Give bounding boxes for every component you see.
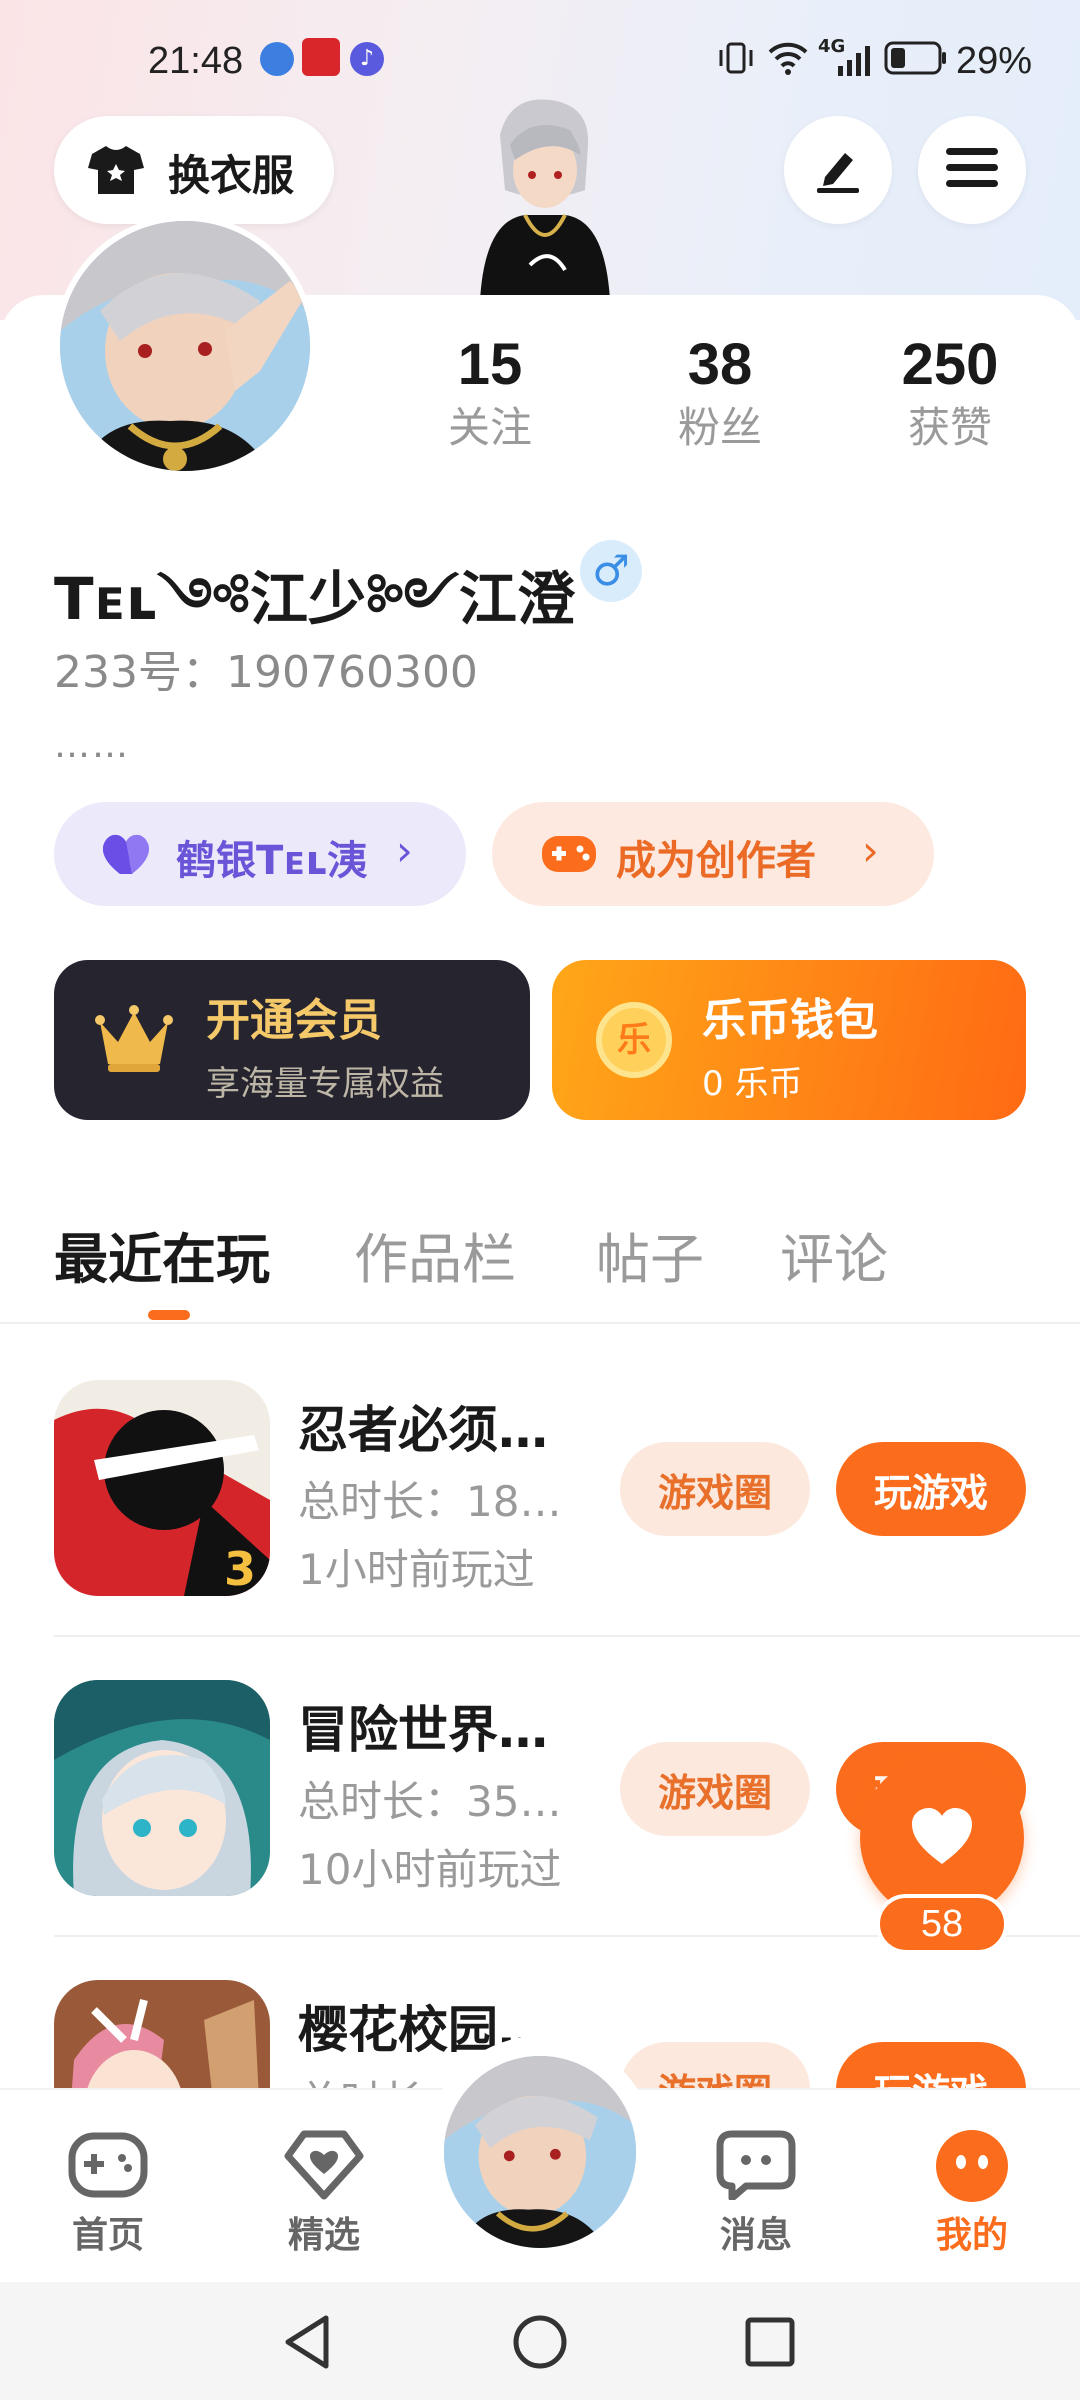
nav-me[interactable]: 我的 [902,2120,1042,2258]
game-duration: 总时长：18… [298,1477,562,1526]
coin-icon: 乐 [596,1002,672,1078]
play-game-button[interactable]: 玩游戏 [836,1442,1026,1536]
change-outfit-label: 换衣服 [168,151,295,200]
user-id[interactable]: 233号：190760300 [54,636,478,700]
battery-icon [884,40,948,76]
game-icon-ninja[interactable]: 3 [54,1380,270,1596]
become-creator-chip[interactable]: 成为创作者 › [492,802,934,906]
game-last-played: 1小时前玩过 [298,1545,535,1594]
hamburger-menu-icon [946,146,998,194]
wallet-balance: 0 乐币 [702,1064,803,1104]
heart-badge-icon [100,832,156,876]
stat-following[interactable]: 15 关注 [400,330,580,456]
stat-likes[interactable]: 250 获赞 [860,330,1040,456]
followers-count: 38 [687,332,753,397]
status-bar: 21:48 ♪ 4G 29% [0,30,1080,90]
app-notification-icon [260,42,294,76]
tabs-divider [0,1322,1080,1324]
like-count-badge: 58 [876,1894,1008,1954]
back-icon[interactable] [282,2314,334,2370]
become-creator-label: 成为创作者 [616,838,816,884]
game-circle-button[interactable]: 游戏圈 [620,1742,810,1836]
music-notification-icon: ♪ [350,42,384,76]
pencil-icon [811,141,865,199]
tshirt-icon [88,144,144,196]
game-duration: 总时长：35… [298,1777,562,1826]
menu-button[interactable] [918,116,1026,224]
heart-diamond-nav-icon [254,2120,394,2206]
following-count: 15 [457,332,523,397]
guild-label: 鹤银Tᴇʟ洟 [176,838,368,884]
game-name: 忍者必须… [298,1401,548,1459]
chat-bubble-nav-icon [686,2120,826,2206]
crown-icon [94,1004,174,1076]
vip-card[interactable]: 开通会员 享海量专属权益 [54,960,530,1120]
guild-chip[interactable]: 鹤银Tᴇʟ洟 › [54,802,466,906]
game-icon-adventure[interactable] [54,1680,270,1896]
nav-me-label: 我的 [935,2215,1008,2256]
nav-home[interactable]: 首页 [38,2120,178,2258]
battery-percent: 29% [956,40,1033,82]
followers-label: 粉丝 [677,403,762,452]
stat-followers[interactable]: 38 粉丝 [630,330,810,456]
tab-comments[interactable]: 评论 [780,1215,888,1294]
likes-count: 250 [901,332,999,397]
wallet-title: 乐币钱包 [702,995,878,1046]
avatar-character[interactable] [470,95,620,300]
vibrate-icon [716,38,756,78]
status-time: 21:48 [148,40,244,82]
change-outfit-button[interactable]: 换衣服 [54,116,334,224]
active-tab-indicator [148,1310,190,1320]
nav-featured[interactable]: 精选 [254,2120,394,2258]
nav-messages-label: 消息 [719,2215,792,2256]
face-nav-icon [902,2120,1042,2206]
game-last-played: 10小时前玩过 [298,1845,562,1894]
home-circle-icon[interactable] [512,2314,568,2370]
chevron-right-icon: › [396,826,413,875]
nav-home-label: 首页 [71,2215,144,2256]
gamepad-icon [540,832,598,876]
tab-posts[interactable]: 帖子 [596,1215,704,1294]
edit-button[interactable] [784,116,892,224]
nav-messages[interactable]: 消息 [686,2120,826,2258]
gamepad-nav-icon [38,2120,178,2206]
nav-featured-label: 精选 [287,2215,360,2256]
heart-icon [910,1808,974,1866]
svg-text:3: 3 [224,1542,256,1596]
tab-recently-played[interactable]: 最近在玩 [54,1215,270,1294]
news-notification-icon [302,38,340,76]
profile-bio[interactable]: …… [54,725,130,766]
vip-subtitle: 享海量专属权益 [206,1064,444,1104]
tab-works[interactable]: 作品栏 [354,1215,516,1294]
gender-male-icon: ♂ [580,540,642,602]
recents-square-icon[interactable] [744,2316,796,2368]
signal-icon [836,38,876,78]
following-label: 关注 [447,403,532,452]
chevron-right-icon: › [862,826,879,875]
row-divider [54,1635,1080,1637]
profile-avatar[interactable] [54,215,316,477]
nav-center-avatar[interactable] [444,2056,636,2248]
game-circle-button[interactable]: 游戏圈 [620,1442,810,1536]
vip-title: 开通会员 [206,995,382,1046]
wallet-card[interactable]: 乐 乐币钱包 0 乐币 [552,960,1026,1120]
likes-label: 获赞 [907,403,992,452]
game-name: 冒险世界… [298,1701,548,1759]
wifi-icon [766,38,810,78]
